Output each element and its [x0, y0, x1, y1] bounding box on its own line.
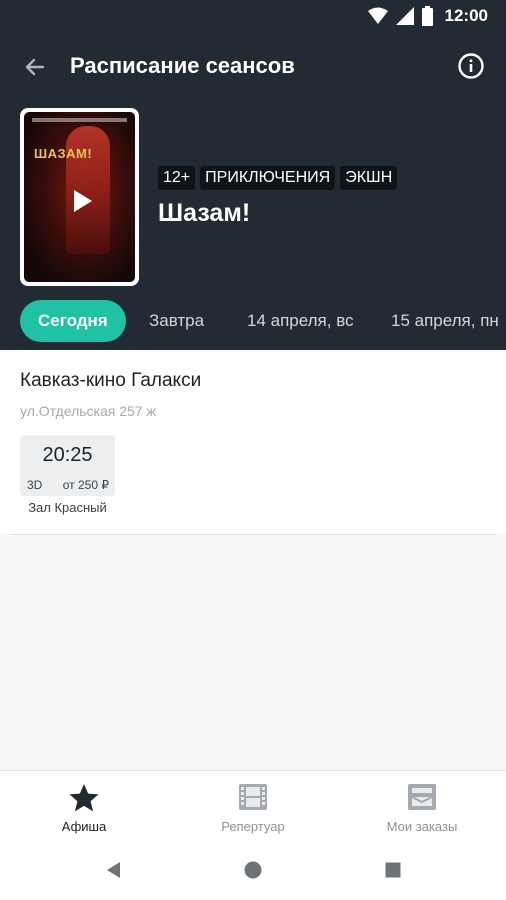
date-tab-tomorrow[interactable]: Завтра [131, 300, 222, 342]
nav-item-repertoire[interactable]: Репертуар [169, 771, 337, 841]
play-icon[interactable] [74, 190, 92, 212]
cinema-card: Кавказ-кино Галакси ул.Отдельская 257 ж … [0, 350, 506, 534]
toolbar: Расписание сеансов [0, 42, 506, 90]
genre-badge: ЭКШН [340, 166, 398, 190]
status-time: 12:00 [444, 6, 488, 25]
cinema-address: ул.Отдельская 257 ж [20, 403, 156, 419]
date-tabs: Сегодня Завтра 14 апреля, вс 15 апреля, … [0, 300, 506, 342]
movie-header: 12:00 Расписание сеансов ШАЗАМ! 12+ ПРИК… [0, 0, 506, 350]
home-circle-icon[interactable] [243, 860, 263, 880]
movie-poster[interactable]: ШАЗАМ! [20, 108, 139, 286]
schedule-list: Кавказ-кино Галакси ул.Отдельская 257 ж … [0, 350, 506, 770]
page-title: Расписание сеансов [70, 53, 295, 78]
nav-item-my-orders[interactable]: Мои заказы [338, 771, 506, 841]
system-navigation-bar [0, 840, 506, 900]
movie-tags: 12+ ПРИКЛЮЧЕНИЯ ЭКШН [158, 166, 398, 190]
poster-title: ШАЗАМ! [34, 146, 93, 161]
back-button[interactable] [20, 52, 50, 82]
genre-badge: ПРИКЛЮЧЕНИЯ [200, 166, 336, 190]
nav-item-afisha[interactable]: Афиша [0, 771, 168, 841]
back-triangle-icon[interactable] [104, 860, 124, 880]
recents-square-icon[interactable] [383, 860, 403, 880]
wifi-icon [367, 7, 388, 24]
tickets-icon [408, 784, 436, 810]
session-price: от 250 ₽ [62, 478, 109, 492]
session-button[interactable]: 20:25 3D от 250 ₽ [20, 435, 115, 496]
signal-icon [395, 7, 414, 25]
bottom-navigation: Афиша Репертуар Мои заказы [0, 770, 506, 840]
nav-label: Репертуар [221, 819, 285, 834]
date-tab-apr-15[interactable]: 15 апреля, пн [373, 300, 506, 342]
status-bar: 12:00 [0, 0, 506, 34]
session-format: 3D [27, 478, 43, 492]
age-rating-badge: 12+ [158, 166, 196, 190]
info-icon [458, 53, 484, 79]
info-button[interactable] [456, 51, 486, 81]
film-icon [239, 784, 267, 810]
poster-image: ШАЗАМ! [24, 112, 135, 282]
hall-name: Зал Красный [28, 500, 107, 515]
movie-title: Шазам! [158, 199, 251, 227]
nav-label: Мои заказы [386, 819, 458, 834]
session-time: 20:25 [42, 444, 93, 466]
date-tab-today[interactable]: Сегодня [20, 300, 126, 342]
nav-label: Афиша [61, 819, 107, 834]
date-tab-apr-14[interactable]: 14 апреля, вс [229, 300, 372, 342]
divider [10, 534, 496, 535]
arrow-back-icon [25, 58, 45, 76]
star-icon [69, 784, 99, 812]
cinema-name[interactable]: Кавказ-кино Галакси [20, 370, 201, 392]
battery-icon [421, 6, 433, 26]
